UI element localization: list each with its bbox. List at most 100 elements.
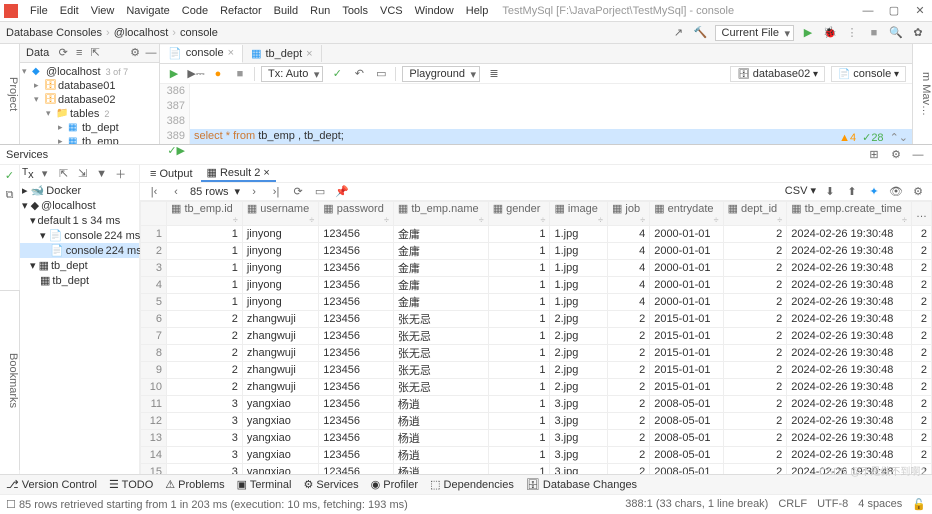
tree-tbemp[interactable]: ▸▦tb_emp bbox=[22, 135, 157, 144]
menu-tools[interactable]: Tools bbox=[336, 3, 374, 19]
tab-tbdept[interactable]: ▦tb_dept× bbox=[243, 45, 322, 62]
menu-edit[interactable]: Edit bbox=[54, 3, 85, 19]
tree-tables[interactable]: ▾📁tables2 bbox=[22, 107, 157, 121]
stop-query-icon[interactable]: ■ bbox=[232, 66, 248, 82]
tree-tbdept[interactable]: ▸▦tb_dept bbox=[22, 121, 157, 135]
col-username[interactable]: ▦ username÷ bbox=[242, 202, 318, 226]
check-icon[interactable]: ✓ bbox=[2, 167, 18, 183]
tx-mode-dropdown[interactable]: Tx: Auto bbox=[261, 66, 323, 82]
view-icon[interactable]: ✦ bbox=[866, 184, 882, 200]
run-config-dropdown[interactable]: Current File bbox=[715, 25, 794, 41]
chevron-icon[interactable]: ⌃⌄ bbox=[890, 131, 908, 144]
status-terminal[interactable]: ▣ Terminal bbox=[237, 478, 292, 491]
format-icon[interactable]: ≣ bbox=[486, 66, 502, 82]
crumb-2[interactable]: console bbox=[180, 27, 218, 39]
filter-icon[interactable]: ≡ bbox=[71, 45, 87, 61]
menu-navigate[interactable]: Navigate bbox=[120, 3, 175, 19]
table-row[interactable]: 133yangxiao123456杨逍13.jpg22008-05-012202… bbox=[141, 430, 932, 447]
status-problems[interactable]: ⚠ Problems bbox=[165, 478, 224, 491]
table-row[interactable]: 123yangxiao123456杨逍13.jpg22008-05-012202… bbox=[141, 413, 932, 430]
eye-icon[interactable]: 👁 bbox=[888, 184, 904, 200]
search-icon[interactable]: 🔍 bbox=[888, 25, 904, 41]
maximize-icon[interactable]: ▢ bbox=[886, 3, 902, 19]
prev-page-icon[interactable]: ‹ bbox=[168, 184, 184, 200]
add-icon[interactable]: ＋ bbox=[113, 166, 129, 182]
table-row[interactable]: 41jinyong123456金庸11.jpg42000-01-0122024-… bbox=[141, 277, 932, 294]
collapse-all-icon[interactable]: ⇲ bbox=[75, 166, 91, 182]
tbdept-sub-node[interactable]: ▦tb_dept bbox=[20, 273, 139, 288]
left-toolwindow-bar[interactable]: Project Database bbox=[0, 44, 20, 144]
diff-icon[interactable]: ⧉ bbox=[2, 187, 18, 203]
stop-icon[interactable]: ■ bbox=[866, 25, 882, 41]
col-gender[interactable]: ▦ gender÷ bbox=[488, 202, 550, 226]
run-query-icon[interactable]: ▶ bbox=[166, 66, 182, 82]
pin-icon[interactable]: 📌 bbox=[334, 184, 350, 200]
status-dependencies[interactable]: ⬚ Dependencies bbox=[430, 478, 514, 491]
warnings-badge[interactable]: ▲4 bbox=[839, 132, 856, 144]
table-row[interactable]: 113yangxiao123456杨逍13.jpg22008-05-012202… bbox=[141, 396, 932, 413]
menu-file[interactable]: File bbox=[24, 3, 54, 19]
status-database-changes[interactable]: 🗄 Database Changes bbox=[526, 478, 637, 491]
docker-node[interactable]: ▸ 🐋Docker bbox=[20, 183, 139, 198]
isolate-icon[interactable]: ▭ bbox=[373, 66, 389, 82]
more-run-icon[interactable]: ⋮ bbox=[844, 25, 860, 41]
console-node[interactable]: ▾ 📄console224 ms bbox=[20, 228, 139, 243]
col-password[interactable]: ▦ password÷ bbox=[319, 202, 394, 226]
menu-run[interactable]: Run bbox=[304, 3, 336, 19]
col-job[interactable]: ▦ job÷ bbox=[607, 202, 649, 226]
col-tb_emp-create_time[interactable]: ▦ tb_emp.create_time÷ bbox=[787, 202, 912, 226]
tree-db1[interactable]: ▸🗄database01 bbox=[22, 79, 157, 93]
minimize-icon[interactable]: — bbox=[860, 3, 876, 19]
csv-dropdown[interactable]: CSV ▾ bbox=[785, 184, 816, 200]
result-grid[interactable]: ▦ tb_emp.id÷▦ username÷▦ password÷▦ tb_e… bbox=[140, 201, 932, 474]
table-row[interactable]: 11jinyong123456金庸11.jpg42000-01-0122024-… bbox=[141, 226, 932, 243]
playground-dropdown[interactable]: Playground bbox=[402, 66, 480, 82]
hammer-icon[interactable]: 🔨 bbox=[693, 25, 709, 41]
anchor-icon[interactable]: ⊞ bbox=[866, 147, 882, 163]
settings-icon[interactable]: ✿ bbox=[910, 25, 926, 41]
table-row[interactable]: 153yangxiao123456杨逍13.jpg22008-05-012202… bbox=[141, 464, 932, 475]
status-todo[interactable]: ☰ TODO bbox=[109, 478, 153, 491]
debug-icon[interactable]: 🐞 bbox=[822, 25, 838, 41]
first-page-icon[interactable]: |‹ bbox=[146, 184, 162, 200]
table-row[interactable]: 82zhangwuji123456张无忌12.jpg22015-01-01220… bbox=[141, 345, 932, 362]
col-entrydate[interactable]: ▦ entrydate÷ bbox=[650, 202, 723, 226]
gear-icon[interactable]: ⚙ bbox=[127, 45, 143, 61]
table-row[interactable]: 62zhangwuji123456张无忌12.jpg22015-01-01220… bbox=[141, 311, 932, 328]
col-tb_emp-name[interactable]: ▦ tb_emp.name÷ bbox=[393, 202, 488, 226]
run-plan-icon[interactable]: ▶⎓ bbox=[188, 66, 204, 82]
status-services[interactable]: ⚙ Services bbox=[303, 478, 358, 491]
menu-help[interactable]: Help bbox=[460, 3, 495, 19]
gear-icon[interactable]: ⚙ bbox=[888, 147, 904, 163]
export-icon[interactable]: ⬇ bbox=[822, 184, 838, 200]
crumb-0[interactable]: Database Consoles bbox=[6, 27, 102, 39]
default-node[interactable]: ▾default1 s 34 ms bbox=[20, 213, 139, 228]
tree-host[interactable]: ▾◆@localhost3 of 7 bbox=[22, 65, 157, 79]
col-image[interactable]: ▦ image÷ bbox=[550, 202, 608, 226]
explain-icon[interactable]: ● bbox=[210, 66, 226, 82]
settings-icon[interactable]: ⚙ bbox=[910, 184, 926, 200]
menu-code[interactable]: Code bbox=[176, 3, 214, 19]
rollback-icon[interactable]: ↶ bbox=[351, 66, 367, 82]
expand-all-icon[interactable]: ⇱ bbox=[56, 166, 72, 182]
left-bar-bottom[interactable]: Bookmarks Structure bbox=[0, 290, 20, 470]
menu-refactor[interactable]: Refactor bbox=[214, 3, 268, 19]
console-badge[interactable]: 📄 console ▾ bbox=[831, 66, 906, 82]
next-page-icon[interactable]: › bbox=[246, 184, 262, 200]
menu-window[interactable]: Window bbox=[409, 3, 460, 19]
table-row[interactable]: 92zhangwuji123456张无忌12.jpg22015-01-01220… bbox=[141, 362, 932, 379]
table-row[interactable]: 72zhangwuji123456张无忌12.jpg22015-01-01220… bbox=[141, 328, 932, 345]
output-tab[interactable]: ≡ Output bbox=[144, 167, 199, 181]
tab-console[interactable]: 📄console× bbox=[160, 45, 243, 63]
status-profiler[interactable]: ◉ Profiler bbox=[371, 478, 419, 491]
status-version-control[interactable]: ⎇ Version Control bbox=[6, 478, 97, 491]
db-badge[interactable]: 🗄 database02 ▾ bbox=[730, 66, 825, 82]
col-tb_emp-id[interactable]: ▦ tb_emp.id÷ bbox=[167, 202, 243, 226]
tree-db2[interactable]: ▾🗄database02 bbox=[22, 93, 157, 107]
filter-icon[interactable]: ▾ bbox=[37, 166, 53, 182]
console-result-node[interactable]: 📄console224 ms bbox=[20, 243, 139, 258]
add-row-icon[interactable]: ▭ bbox=[312, 184, 328, 200]
funnel-icon[interactable]: ▼ bbox=[94, 166, 110, 182]
tbdept-node[interactable]: ▾ ▦tb_dept bbox=[20, 258, 139, 273]
reload-icon[interactable]: ⟳ bbox=[290, 184, 306, 200]
